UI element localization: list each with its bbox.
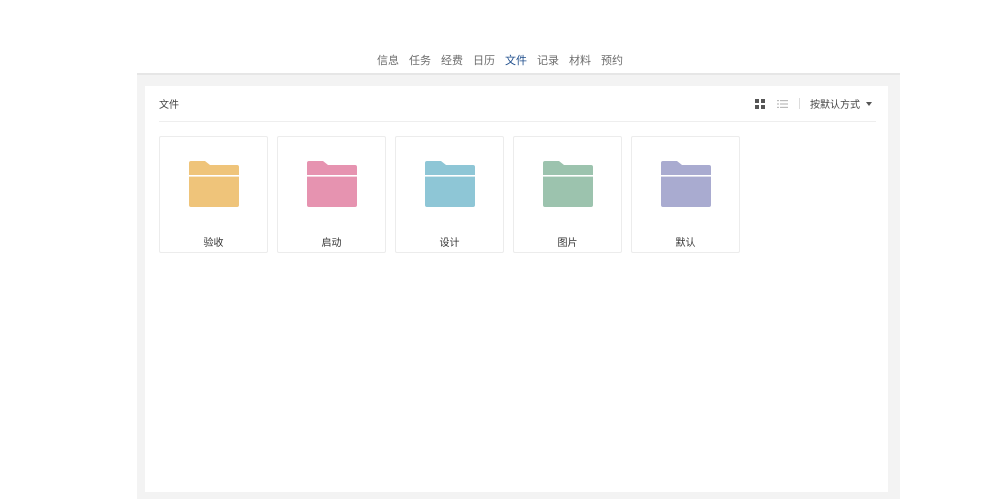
panel-header: 文件 按默认方式 <box>159 86 876 122</box>
folder-icon <box>189 161 239 207</box>
folder-name: 验收 <box>203 238 224 249</box>
nav-item-records[interactable]: 记录 <box>537 52 559 70</box>
list-view-button[interactable] <box>775 97 789 111</box>
folder-card[interactable]: 启动 <box>277 136 386 253</box>
folder-card[interactable]: 设计 <box>395 136 504 253</box>
nav-item-funding[interactable]: 经费 <box>441 52 463 70</box>
grid-icon <box>755 98 765 109</box>
folder-icon <box>307 161 357 207</box>
nav-item-calendar[interactable]: 日历 <box>473 52 495 70</box>
nav-item-files[interactable]: 文件 <box>505 52 527 70</box>
folder-icon <box>661 161 711 207</box>
folder-name: 启动 <box>321 238 342 249</box>
grid-view-button[interactable] <box>753 97 767 111</box>
panel-title: 文件 <box>159 100 179 111</box>
sort-dropdown[interactable]: 按默认方式 <box>810 96 872 111</box>
folder-icon <box>425 161 475 207</box>
folder-icon <box>543 161 593 207</box>
folder-card[interactable]: 默认 <box>631 136 740 253</box>
folder-name: 图片 <box>557 238 578 249</box>
list-icon <box>776 99 788 108</box>
nav-item-tasks[interactable]: 任务 <box>409 52 431 70</box>
folder-card[interactable]: 验收 <box>159 136 268 253</box>
sort-label: 按默认方式 <box>810 100 860 111</box>
folder-name: 设计 <box>439 238 460 249</box>
folder-grid: 验收 启动 设计 图片 默认 <box>159 136 740 253</box>
toolbar-divider <box>799 98 800 109</box>
nav-item-booking[interactable]: 预约 <box>601 52 623 70</box>
caret-down-icon <box>866 101 872 106</box>
top-nav: 信息 任务 经费 日历 文件 记录 材料 预约 <box>0 52 1000 70</box>
view-toolbar: 按默认方式 <box>753 96 876 111</box>
nav-item-info[interactable]: 信息 <box>377 52 399 70</box>
folder-name: 默认 <box>675 238 696 249</box>
folder-card[interactable]: 图片 <box>513 136 622 253</box>
nav-item-materials[interactable]: 材料 <box>569 52 591 70</box>
content-frame: 文件 按默认方式 验收 启动 设计 图片 默认 <box>137 73 900 499</box>
files-panel: 文件 按默认方式 验收 启动 设计 图片 默认 <box>145 86 888 492</box>
